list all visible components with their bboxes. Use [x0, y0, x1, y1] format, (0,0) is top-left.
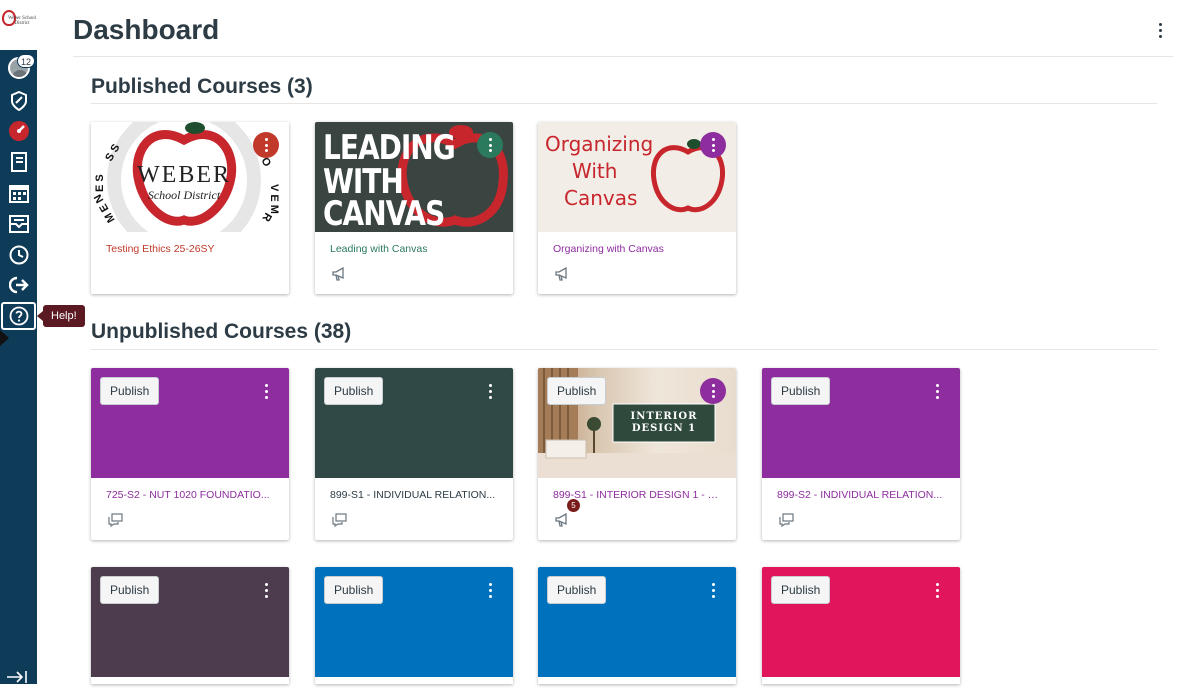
svg-text:V E M: V E M [268, 184, 280, 214]
course-card-color-header[interactable]: Publish [315, 567, 513, 677]
notification-count-badge: 12 [17, 54, 36, 68]
interior-design-title-line-2: DESIGN 1 [631, 423, 697, 434]
announcements-icon[interactable] [555, 266, 569, 286]
course-options-kebab-icon[interactable] [256, 580, 276, 600]
course-card-color-header[interactable]: Publish [315, 368, 513, 478]
publish-button[interactable]: Publish [100, 377, 160, 405]
announcements-icon[interactable] [332, 266, 346, 286]
nav-account[interactable]: 12 [0, 53, 37, 83]
course-card-image[interactable]: LEADING WITH CANVAS [315, 122, 513, 232]
nav-history[interactable] [0, 240, 37, 270]
calendar-icon [8, 185, 29, 203]
publish-button[interactable]: Publish [547, 377, 607, 405]
publish-button[interactable]: Publish [324, 576, 384, 604]
weber-subtitle: School District [147, 188, 221, 202]
weber-title: WEBER [137, 162, 231, 188]
hero-line-2: With [572, 159, 618, 183]
course-card-image[interactable]: Organizing With Canvas [538, 122, 736, 232]
course-name-link[interactable]: Organizing with Canvas [553, 243, 723, 255]
publish-button[interactable]: Publish [547, 576, 607, 604]
expand-arrow-icon[interactable] [0, 330, 9, 346]
shield-icon [10, 91, 27, 111]
course-card-color-header[interactable]: Publish [762, 567, 960, 677]
nav-dashboard[interactable] [0, 116, 37, 146]
unpublished-section-title: Unpublished Courses (38) [91, 320, 352, 343]
course-options-kebab-icon[interactable] [927, 381, 947, 401]
course-card-unpublished[interactable]: Publish [762, 567, 960, 684]
published-section-divider [91, 103, 1157, 104]
course-options-kebab-icon[interactable] [480, 580, 500, 600]
district-logo[interactable]: Weber School District [0, 0, 37, 50]
inbox-icon [8, 215, 29, 233]
course-card-unpublished[interactable]: Publish [315, 567, 513, 684]
publish-button[interactable]: Publish [771, 377, 831, 405]
course-card-unpublished[interactable]: Publish 725-S2 - NUT 1020 FOUNDATIO... [91, 368, 289, 540]
nav-calendar[interactable] [0, 178, 37, 208]
hero-line-3: CANVAS [323, 194, 445, 232]
course-card-organizing-with-canvas[interactable]: Organizing With Canvas Organizing with C… [538, 122, 736, 294]
interior-design-title-line-1: INTERIOR [630, 411, 698, 422]
collapse-nav-icon[interactable] [6, 670, 28, 688]
discussions-icon[interactable] [779, 513, 794, 532]
course-options-kebab-icon[interactable] [256, 381, 276, 401]
nav-courses[interactable] [0, 147, 37, 177]
help-question-icon [9, 306, 28, 326]
course-card-image[interactable]: INTERIOR DESIGN 1 Publish [538, 368, 736, 478]
book-icon [10, 152, 27, 172]
course-options-kebab-icon[interactable] [477, 132, 503, 158]
unread-count-badge: 5 [567, 499, 580, 512]
course-card-image[interactable]: S S E S M E N O V E M R WEBER School Dis… [91, 122, 289, 232]
course-options-kebab-icon[interactable] [700, 378, 726, 404]
course-name-link[interactable]: Leading with Canvas [330, 243, 500, 255]
discussions-icon[interactable] [108, 513, 123, 532]
help-tooltip: Help! [37, 305, 85, 327]
course-card-leading-with-canvas[interactable]: LEADING WITH CANVAS Leading with Canvas [315, 122, 513, 294]
course-name-link[interactable]: 899-S2 - INDIVIDUAL RELATION... [777, 489, 947, 501]
discussions-icon[interactable] [332, 513, 347, 532]
course-card-unpublished[interactable]: INTERIOR DESIGN 1 Publish 899-S1 - INTER… [538, 368, 736, 540]
course-options-kebab-icon[interactable] [703, 580, 723, 600]
hero-line-3: Canvas [564, 186, 638, 210]
course-options-kebab-icon[interactable] [480, 381, 500, 401]
course-name-link[interactable]: 899-S1 - INDIVIDUAL RELATION... [330, 489, 500, 501]
course-card-color-header[interactable]: Publish [91, 567, 289, 677]
nav-logout[interactable] [0, 270, 37, 300]
course-options-kebab-icon[interactable] [700, 132, 726, 158]
svg-text:E S: E S [94, 174, 106, 192]
hero-line-1: Organizing [545, 132, 654, 156]
clock-icon [9, 245, 28, 265]
publish-button[interactable]: Publish [100, 576, 160, 604]
course-options-kebab-icon[interactable] [253, 132, 279, 158]
nav-inbox[interactable] [0, 209, 37, 239]
course-name-link[interactable]: Testing Ethics 25-26SY [106, 243, 276, 255]
published-section-title: Published Courses (3) [91, 75, 313, 98]
logo-text: Weber School District [7, 16, 37, 26]
course-card-color-header[interactable]: Publish [538, 567, 736, 677]
course-card-unpublished[interactable]: Publish 899-S1 - INDIVIDUAL RELATION... [315, 368, 513, 540]
course-name-link[interactable]: 899-S1 - INTERIOR DESIGN 1 - B... [553, 489, 723, 501]
publish-button[interactable]: Publish [771, 576, 831, 604]
course-card-color-header[interactable]: Publish [91, 368, 289, 478]
nav-admin[interactable] [0, 86, 37, 116]
dashboard-options-kebab-icon[interactable] [1150, 20, 1170, 40]
course-name-link[interactable]: 725-S2 - NUT 1020 FOUNDATIO... [106, 489, 276, 501]
course-card-unpublished[interactable]: Publish [538, 567, 736, 684]
nav-help[interactable] [1, 302, 36, 330]
header-divider [73, 56, 1173, 57]
course-card-unpublished[interactable]: Publish 899-S2 - INDIVIDUAL RELATION... [762, 368, 960, 540]
course-options-kebab-icon[interactable] [927, 580, 947, 600]
course-card-testing-ethics[interactable]: S S E S M E N O V E M R WEBER School Dis… [91, 122, 289, 294]
course-card-unpublished[interactable]: Publish [91, 567, 289, 684]
course-card-color-header[interactable]: Publish [762, 368, 960, 478]
announcements-icon[interactable] [555, 512, 569, 532]
dashboard-gauge-icon [8, 121, 29, 141]
unpublished-section-divider [91, 349, 1157, 350]
publish-button[interactable]: Publish [324, 377, 384, 405]
logout-arrow-icon [8, 276, 29, 294]
page-title: Dashboard [73, 14, 220, 45]
